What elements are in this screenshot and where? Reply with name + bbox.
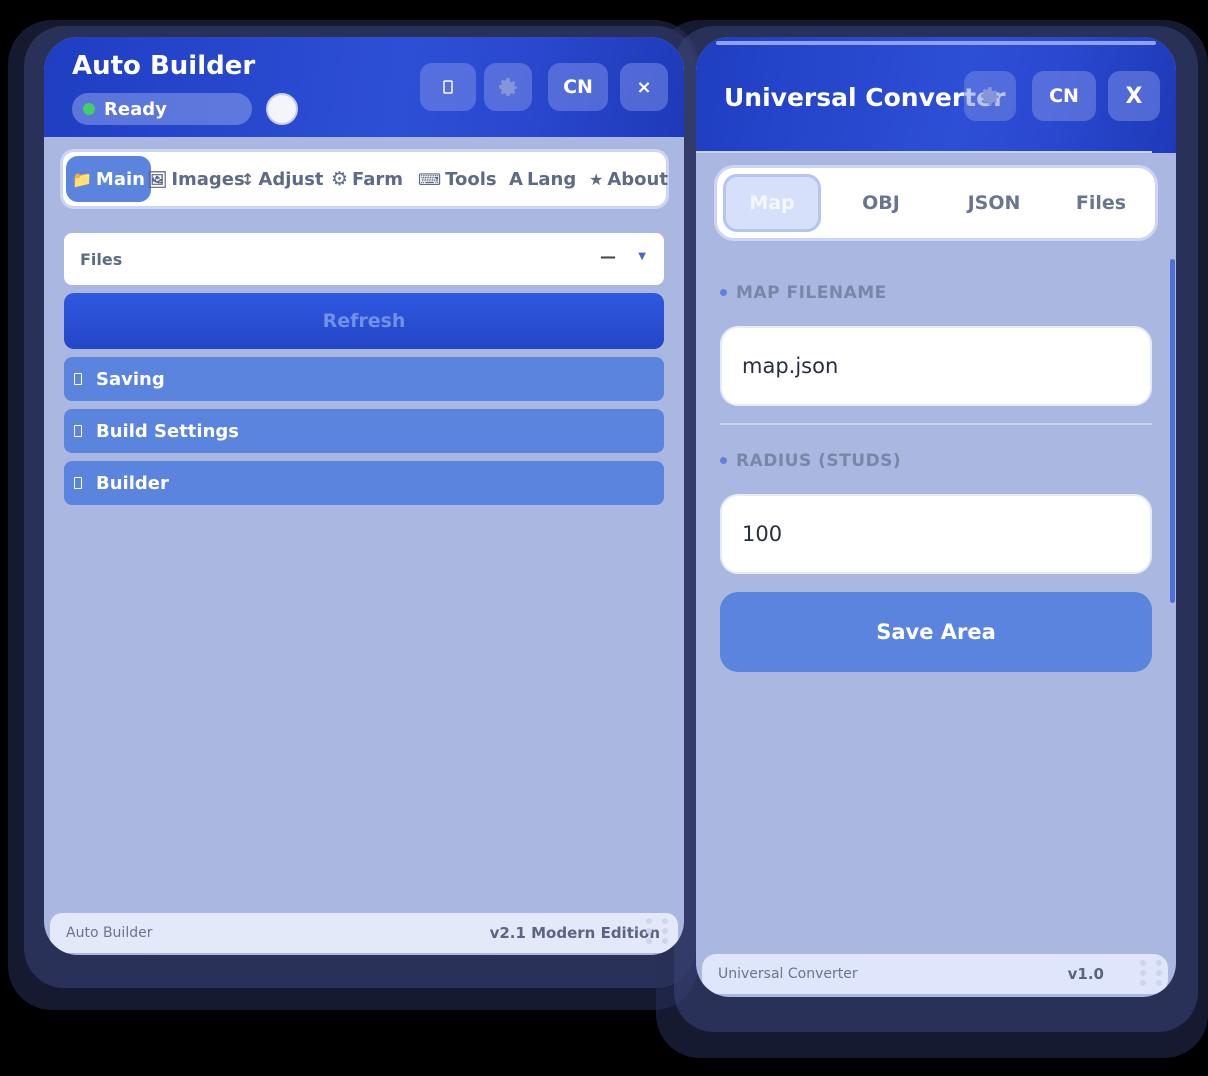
gear-icon: ⚙ <box>331 168 349 190</box>
settings-button[interactable] <box>964 71 1016 121</box>
folder-icon: 📁 <box>72 169 92 189</box>
main-tab-bar: 📁 Main 🖼 Images ↕ Adjust ⚙ Farm ⌨ Tools … <box>60 149 669 209</box>
section-build-settings-label: Build Settings <box>96 420 239 442</box>
tab-map[interactable]: Map <box>723 174 821 232</box>
language-button[interactable]: CN <box>548 63 608 111</box>
radius-input[interactable] <box>720 494 1152 574</box>
tab-main[interactable]: 📁 Main <box>66 156 151 202</box>
gear-icon <box>499 78 517 96</box>
image-icon: 🖼 <box>147 169 168 189</box>
radius-label: RADIUS (STUDS) <box>736 451 902 471</box>
section-builder-label: Builder <box>96 472 169 494</box>
status-text: Ready <box>104 98 167 120</box>
universal-converter-window: Universal Converter CN X Map OBJ JSON Fi… <box>696 37 1176 997</box>
tab-adjust[interactable]: ↕ Adjust <box>241 152 324 206</box>
theme-toggle[interactable] <box>266 93 298 125</box>
settings-button[interactable] <box>484 63 532 111</box>
section-saving[interactable]: Saving <box>64 357 664 401</box>
footer-version: v1.0 <box>1067 965 1104 983</box>
phone-icon <box>443 80 453 94</box>
files-dropdown[interactable]: Files — ▼ <box>64 233 664 285</box>
tab-obj[interactable]: OBJ <box>841 168 921 238</box>
resize-handle-icon[interactable] <box>1140 960 1164 986</box>
status-badge: Ready <box>72 93 252 125</box>
status-dot-icon <box>83 103 95 115</box>
section-build-settings[interactable]: Build Settings <box>64 409 664 453</box>
tab-lang-label: Lang <box>526 168 577 190</box>
tab-about-label: About <box>607 168 668 190</box>
auto-builder-footer: Auto Builder v2.1 Modern Edition <box>50 913 678 953</box>
refresh-button[interactable]: Refresh <box>64 293 664 349</box>
resize-handle-icon[interactable] <box>646 918 670 944</box>
tab-files[interactable]: Files <box>1061 168 1141 238</box>
star-icon: ★ <box>589 169 604 189</box>
tab-main-label: Main <box>95 168 145 190</box>
language-icon: A <box>509 168 523 190</box>
tab-json[interactable]: JSON <box>949 168 1039 238</box>
files-dropdown-label: Files <box>80 249 123 269</box>
scrollbar[interactable] <box>1170 259 1175 603</box>
mobile-button[interactable] <box>420 63 476 111</box>
converter-tab-bar: Map OBJ JSON Files <box>714 165 1158 241</box>
tab-images[interactable]: 🖼 Images <box>147 152 245 206</box>
auto-builder-titlebar[interactable]: Auto Builder Ready CN × <box>44 37 684 137</box>
top-accent-line <box>716 41 1156 45</box>
collapse-icon <box>74 477 82 489</box>
section-builder[interactable]: Builder <box>64 461 664 505</box>
tab-farm-label: Farm <box>352 168 404 190</box>
language-button[interactable]: CN <box>1032 71 1096 121</box>
auto-builder-window: Auto Builder Ready CN × 📁 Main 🖼 Images <box>44 37 684 955</box>
field-divider <box>720 423 1152 425</box>
files-dropdown-value: — <box>600 247 616 266</box>
header-divider <box>696 151 1152 153</box>
map-filename-input[interactable] <box>720 326 1152 406</box>
gear-icon <box>981 87 999 105</box>
universal-converter-titlebar[interactable]: Universal Converter CN X <box>696 37 1176 153</box>
tab-tools-label: Tools <box>445 168 497 190</box>
tab-adjust-label: Adjust <box>258 168 324 190</box>
converter-footer: Universal Converter v1.0 <box>702 954 1168 994</box>
collapse-icon <box>74 425 82 437</box>
chevron-down-icon: ▼ <box>638 251 646 262</box>
collapse-icon <box>74 373 82 385</box>
tab-tools[interactable]: ⌨ Tools <box>418 152 497 206</box>
section-saving-label: Saving <box>96 368 165 390</box>
vertical-arrows-icon: ↕ <box>241 169 255 189</box>
app-title: Auto Builder <box>72 51 256 81</box>
close-button[interactable]: × <box>620 63 668 111</box>
tab-lang[interactable]: A Lang <box>509 152 576 206</box>
tab-images-label: Images <box>171 168 245 190</box>
tab-about[interactable]: ★ About <box>589 152 668 206</box>
keyboard-icon: ⌨ <box>418 169 442 189</box>
map-filename-label: MAP FILENAME <box>736 283 887 303</box>
bullet-icon <box>720 457 727 464</box>
tab-farm[interactable]: ⚙ Farm <box>331 152 403 206</box>
bullet-icon <box>720 289 727 296</box>
save-area-button[interactable]: Save Area <box>720 592 1152 672</box>
close-button[interactable]: X <box>1108 71 1160 121</box>
footer-app-name: Auto Builder <box>66 925 153 941</box>
footer-app-name: Universal Converter <box>718 966 858 982</box>
footer-version: v2.1 Modern Edition <box>489 924 660 942</box>
